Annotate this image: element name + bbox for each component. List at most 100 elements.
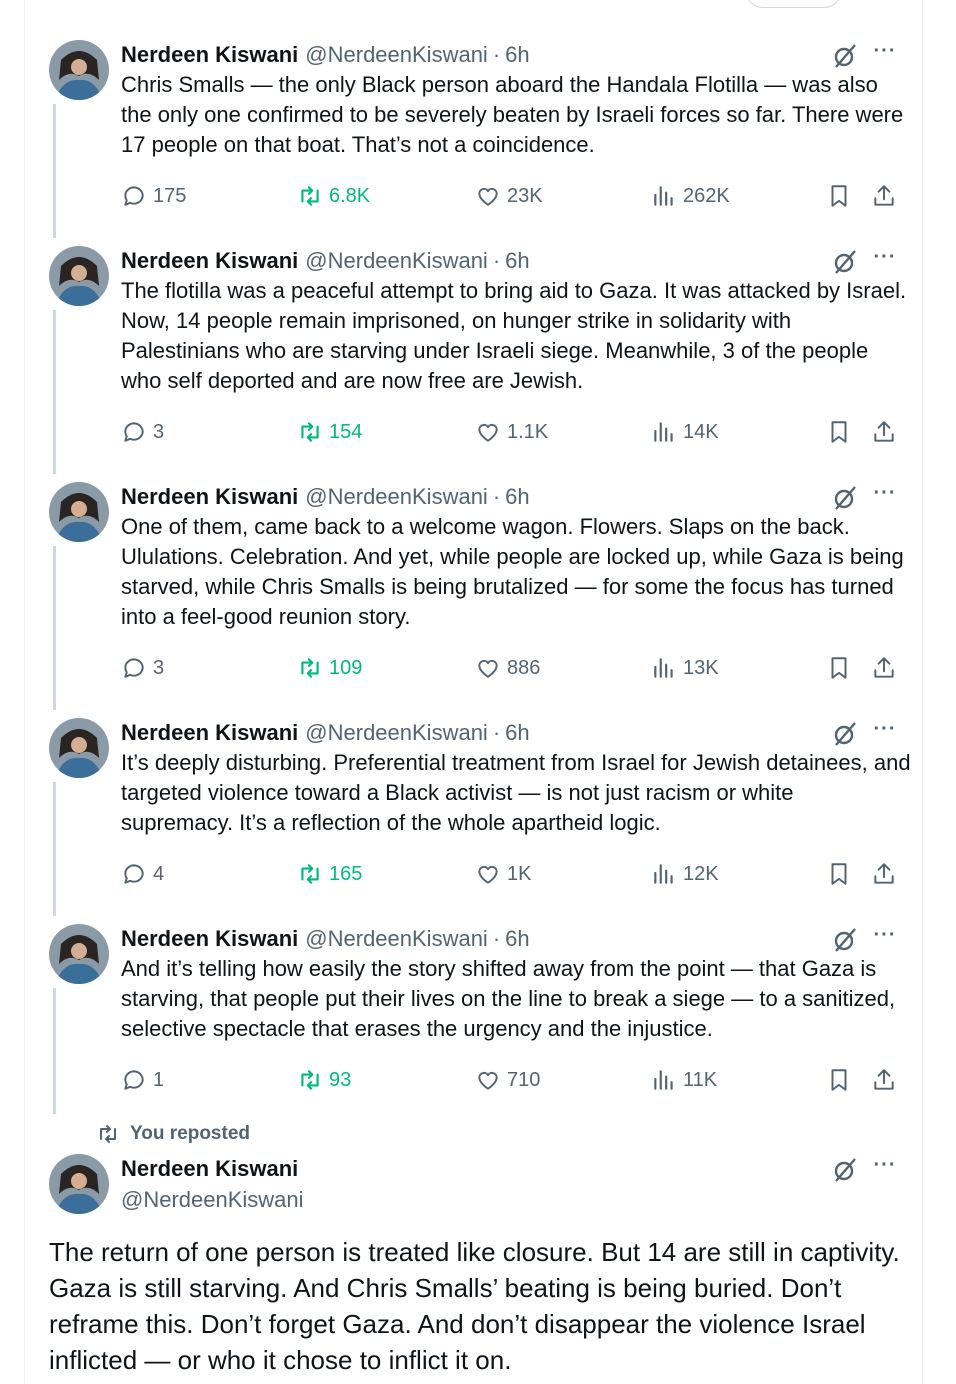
reply-button[interactable]: 175 — [121, 181, 186, 211]
reply-icon — [124, 422, 144, 442]
timestamp[interactable]: 6h — [505, 926, 529, 952]
bookmark-button[interactable] — [826, 859, 858, 889]
share-icon — [874, 657, 894, 678]
bookmark-icon — [831, 657, 847, 679]
thread-tweet[interactable]: Nerdeen Kiswani @NerdeenKiswani · 6h ···… — [25, 482, 922, 692]
author-name[interactable]: Nerdeen Kiswani — [121, 720, 298, 746]
bookmark-icon — [831, 1069, 847, 1091]
more-icon[interactable]: ··· — [870, 1154, 900, 1182]
author-name[interactable]: Nerdeen Kiswani — [121, 926, 298, 952]
author-name[interactable]: Nerdeen Kiswani — [121, 42, 298, 68]
reply-button[interactable]: 1 — [121, 1065, 164, 1095]
repost-button[interactable]: 165 — [297, 859, 362, 889]
action-bar: 1 93 710 11K — [121, 1065, 911, 1095]
share-button[interactable] — [871, 1065, 903, 1095]
avatar[interactable] — [49, 1154, 109, 1214]
thread-tweet[interactable]: Nerdeen Kiswani @NerdeenKiswani · 6h ···… — [25, 924, 922, 1104]
views-icon — [654, 1070, 673, 1090]
reply-count: 4 — [153, 862, 165, 885]
more-icon[interactable]: ··· — [870, 718, 900, 746]
main-post-header: Nerdeen Kiswani @NerdeenKiswani — [121, 1153, 304, 1215]
more-icon[interactable]: ··· — [870, 482, 900, 510]
share-button[interactable] — [871, 859, 903, 889]
author-handle[interactable]: @NerdeenKiswani — [305, 926, 488, 952]
more-icon[interactable]: ··· — [870, 246, 900, 274]
avatar[interactable] — [49, 482, 109, 542]
timestamp[interactable]: 6h — [505, 484, 529, 510]
timestamp[interactable]: 6h — [505, 720, 529, 746]
repost-icon — [301, 658, 319, 678]
author-handle[interactable]: @NerdeenKiswani — [305, 42, 488, 68]
views-button[interactable]: 262K — [651, 181, 730, 211]
like-button[interactable]: 886 — [475, 653, 540, 683]
more-icon[interactable]: ··· — [870, 924, 900, 952]
share-button[interactable] — [871, 417, 903, 447]
views-button[interactable]: 13K — [651, 653, 719, 683]
repost-button[interactable]: 154 — [297, 417, 362, 447]
views-count: 14K — [683, 420, 719, 443]
views-button[interactable]: 12K — [651, 859, 719, 889]
bookmark-icon — [831, 185, 847, 207]
repost-button[interactable]: 93 — [297, 1065, 351, 1095]
reply-button[interactable]: 4 — [121, 859, 164, 889]
tweet-text: Chris Smalls — the only Black person abo… — [121, 72, 904, 157]
author-name[interactable]: Nerdeen Kiswani — [121, 1153, 304, 1185]
views-icon — [654, 422, 673, 442]
share-icon — [874, 1069, 894, 1090]
avatar[interactable] — [49, 718, 109, 778]
repost-button[interactable]: 109 — [297, 653, 362, 683]
grok-icon[interactable] — [831, 720, 859, 748]
bookmark-button[interactable] — [826, 417, 858, 447]
tweet-text: One of them, came back to a welcome wago… — [121, 514, 904, 629]
bookmark-button[interactable] — [826, 181, 858, 211]
reply-button[interactable]: 3 — [121, 417, 164, 447]
share-button[interactable] — [871, 181, 903, 211]
bookmark-button[interactable] — [826, 1065, 858, 1095]
reply-button[interactable]: 3 — [121, 653, 164, 683]
grok-icon[interactable] — [831, 248, 859, 276]
bookmark-icon — [831, 863, 847, 885]
like-count: 710 — [507, 1068, 541, 1091]
repost-count: 109 — [329, 656, 363, 679]
thread-tweet[interactable]: Nerdeen Kiswani @NerdeenKiswani · 6h ···… — [25, 246, 922, 456]
avatar[interactable] — [49, 924, 109, 984]
avatar[interactable] — [49, 40, 109, 100]
views-button[interactable]: 11K — [651, 1065, 717, 1095]
separator-dot: · — [492, 926, 501, 951]
top-pill-button[interactable] — [745, 0, 842, 8]
more-icon[interactable]: ··· — [870, 40, 900, 68]
bookmark-icon — [831, 421, 847, 443]
grok-icon[interactable] — [831, 926, 859, 954]
like-button[interactable]: 23K — [475, 181, 543, 211]
separator-dot: · — [492, 720, 501, 745]
author-handle[interactable]: @NerdeenKiswani — [121, 1185, 304, 1215]
share-icon — [874, 863, 894, 884]
like-button[interactable]: 1K — [475, 859, 531, 889]
grok-icon[interactable] — [831, 484, 859, 512]
grok-icon[interactable] — [831, 1156, 859, 1184]
thread-tweet[interactable]: Nerdeen Kiswani @NerdeenKiswani · 6h ···… — [25, 718, 922, 898]
repost-note-label: You reposted — [130, 1123, 250, 1144]
author-name[interactable]: Nerdeen Kiswani — [121, 248, 298, 274]
like-button[interactable]: 710 — [475, 1065, 540, 1095]
repost-button[interactable]: 6.8K — [297, 181, 370, 211]
views-icon — [654, 864, 673, 884]
author-handle[interactable]: @NerdeenKiswani — [305, 720, 488, 746]
repost-count: 154 — [329, 420, 363, 443]
thread-tweet[interactable]: Nerdeen Kiswani @NerdeenKiswani · 6h ···… — [25, 40, 922, 220]
views-button[interactable]: 14K — [651, 417, 719, 447]
reply-icon — [124, 1070, 144, 1090]
author-handle[interactable]: @NerdeenKiswani — [305, 484, 488, 510]
author-name[interactable]: Nerdeen Kiswani — [121, 484, 298, 510]
share-button[interactable] — [871, 653, 903, 683]
bookmark-button[interactable] — [826, 653, 858, 683]
share-icon — [874, 185, 894, 206]
timestamp[interactable]: 6h — [505, 248, 529, 274]
timestamp[interactable]: 6h — [505, 42, 529, 68]
grok-icon[interactable] — [831, 42, 859, 70]
views-count: 11K — [683, 1068, 718, 1091]
like-button[interactable]: 1.1K — [475, 417, 548, 447]
avatar[interactable] — [49, 246, 109, 306]
author-handle[interactable]: @NerdeenKiswani — [305, 248, 488, 274]
like-count: 23K — [507, 184, 543, 207]
